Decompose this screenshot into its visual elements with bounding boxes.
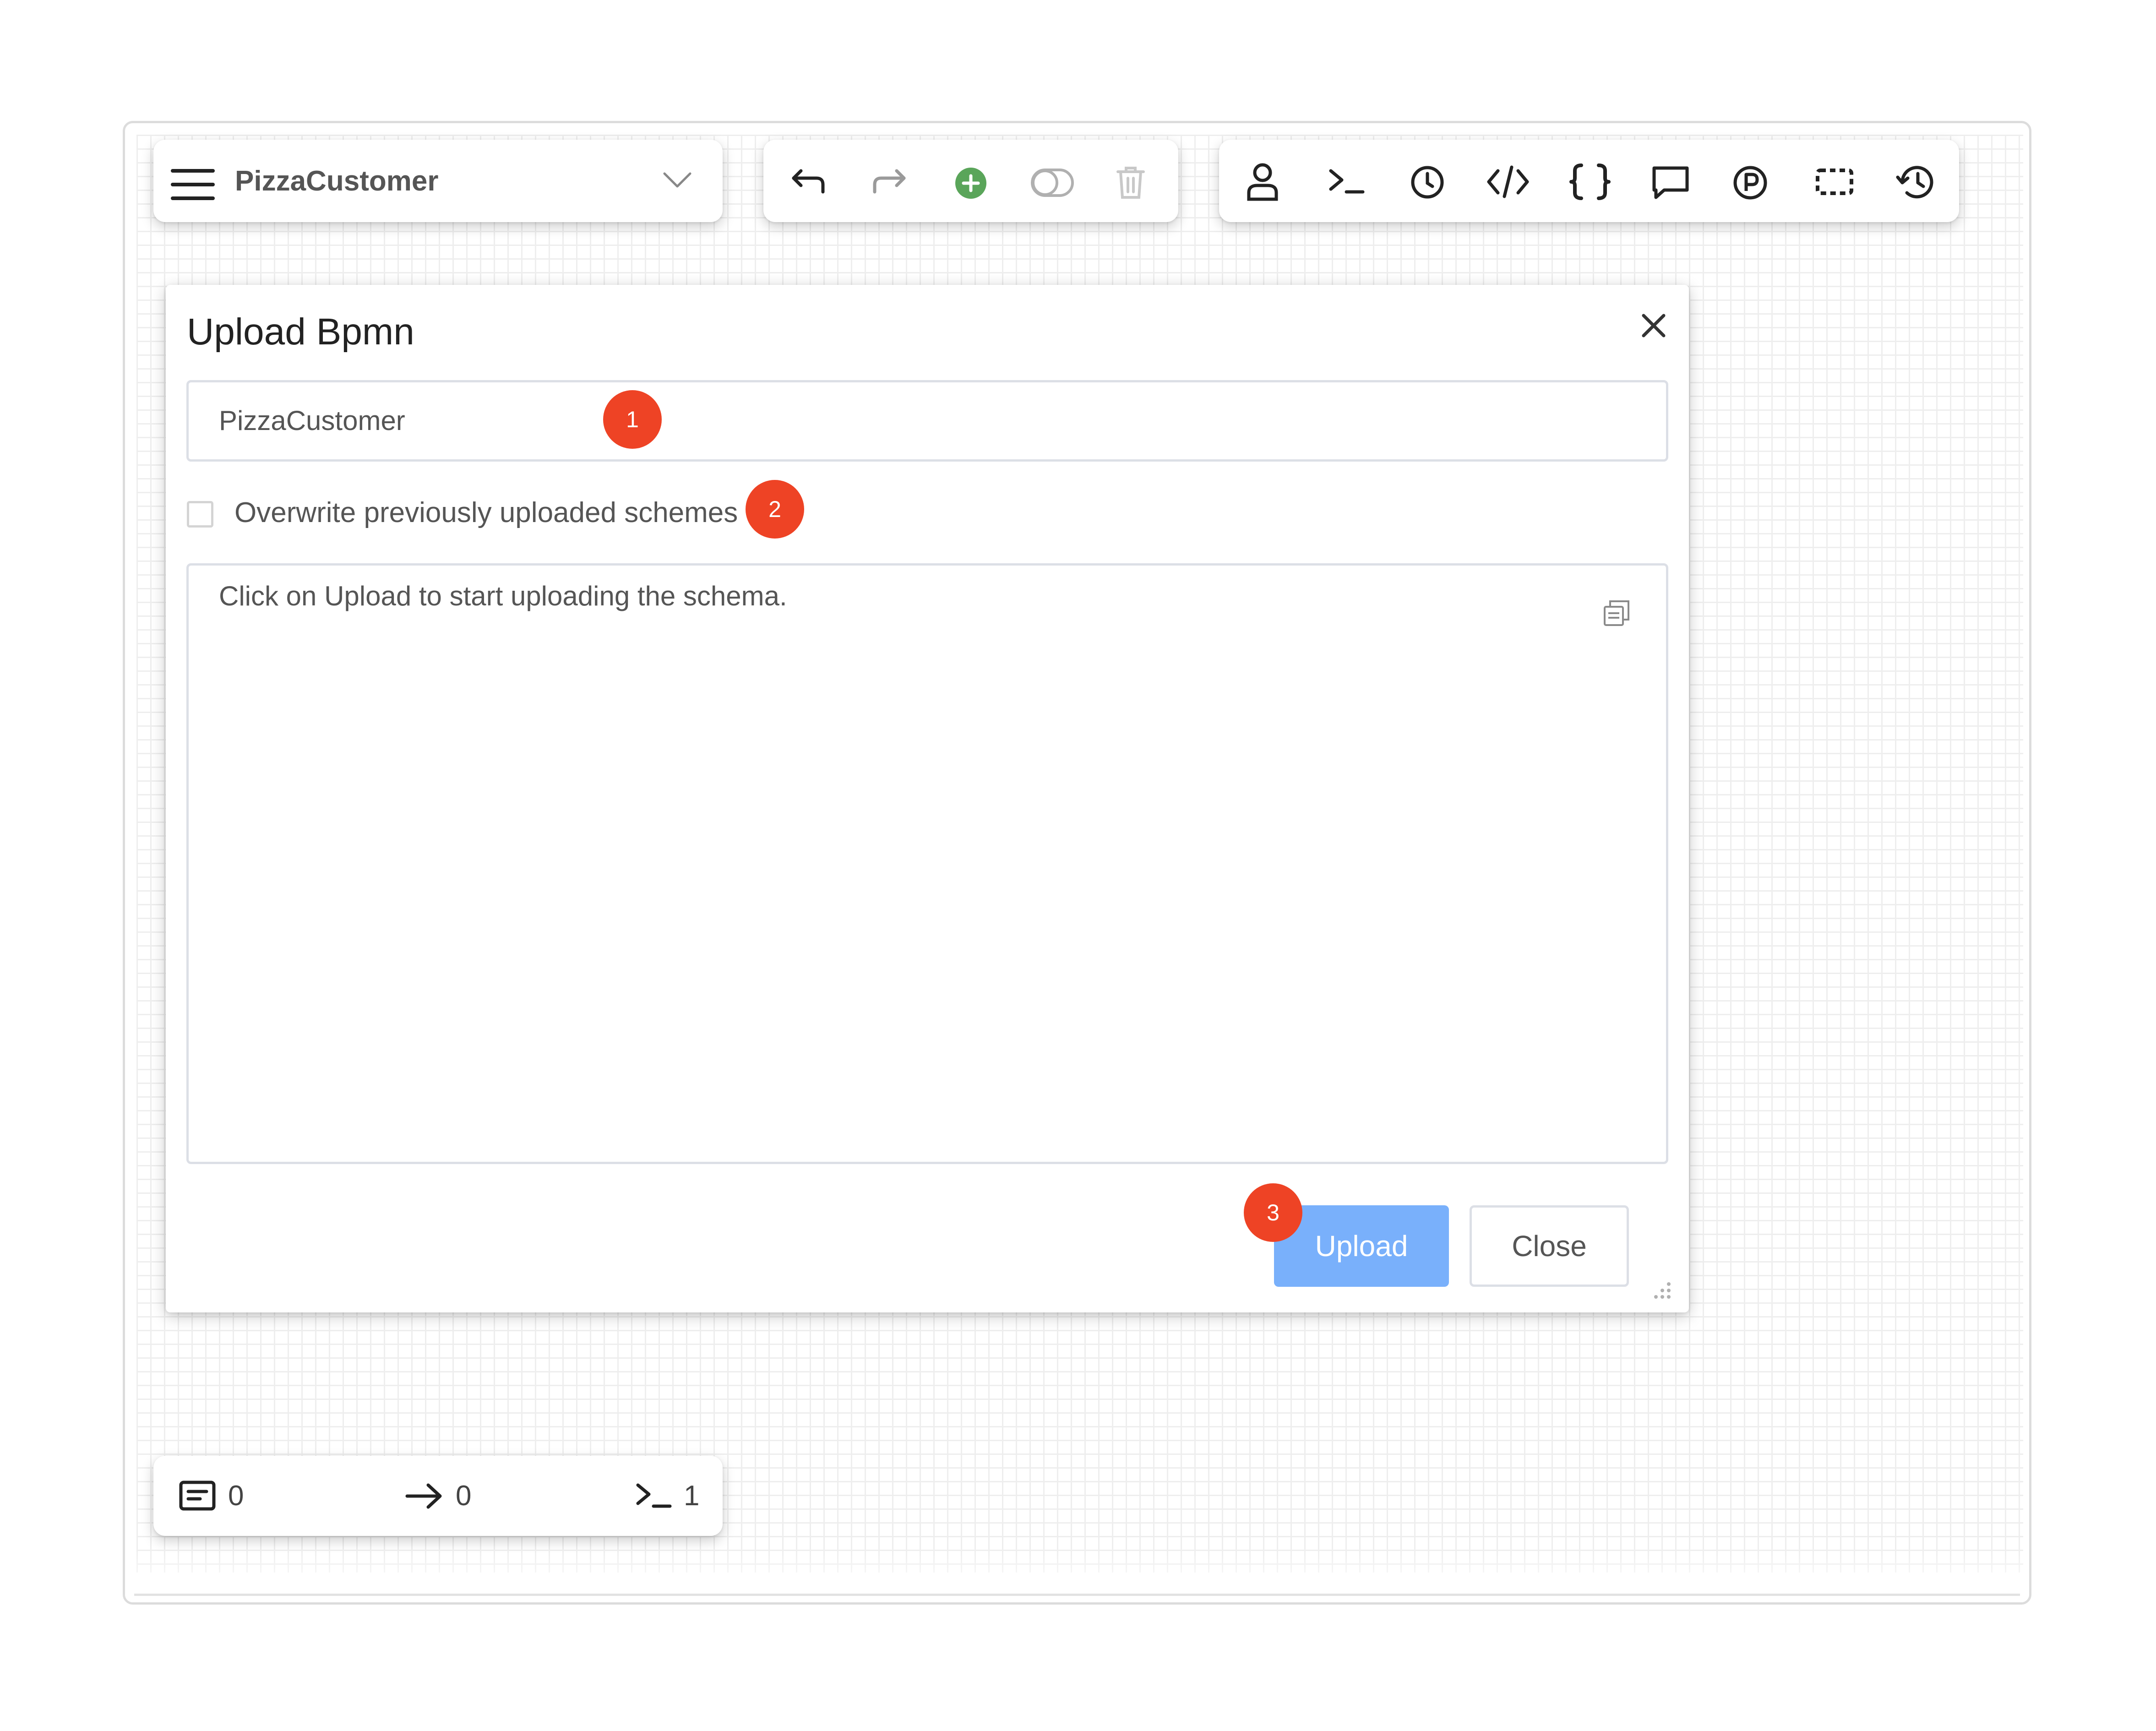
step-badge-1: 1	[603, 390, 662, 449]
arrow-right-icon[interactable]	[405, 1482, 443, 1510]
braces-icon[interactable]	[1569, 163, 1611, 200]
edit-toolbar	[763, 140, 1178, 222]
upload-dialog: Upload Bpmn PizzaCustomer 1 Overwrite pr…	[166, 285, 1689, 1312]
toggle-icon[interactable]	[1030, 168, 1074, 197]
divider	[134, 1594, 2020, 1596]
process-selector[interactable]: PizzaCustomer	[153, 140, 723, 222]
overwrite-label[interactable]: Overwrite previously uploaded schemes	[234, 496, 738, 529]
terminal-icon[interactable]	[635, 1482, 672, 1510]
history-icon[interactable]	[1896, 163, 1937, 201]
comment-icon[interactable]	[1651, 165, 1690, 200]
scripts-count: 1	[684, 1480, 700, 1512]
message-list-icon[interactable]	[179, 1481, 216, 1511]
redo-icon[interactable]	[872, 167, 907, 195]
code-icon[interactable]	[1486, 164, 1530, 199]
messages-count: 0	[228, 1480, 244, 1512]
resize-grip-icon[interactable]	[1652, 1280, 1672, 1301]
step-badge-2: 2	[746, 480, 804, 539]
upload-log-text: Click on Upload to start uploading the s…	[219, 581, 787, 611]
selection-icon[interactable]	[1815, 168, 1854, 196]
step-badge-3: 3	[1244, 1183, 1302, 1242]
trash-icon[interactable]	[1116, 165, 1145, 200]
status-bar: 0 0 1	[153, 1456, 723, 1536]
chevron-down-icon[interactable]	[663, 172, 692, 188]
close-button[interactable]: Close	[1470, 1205, 1629, 1287]
dialog-title: Upload Bpmn	[187, 311, 414, 353]
scheme-name-value: PizzaCustomer	[219, 405, 405, 436]
terminal-icon[interactable]	[1328, 168, 1365, 196]
arrows-count: 0	[456, 1480, 472, 1512]
panels-toolbar	[1219, 140, 1959, 222]
undo-icon[interactable]	[791, 167, 826, 195]
copy-icon[interactable]	[1603, 599, 1630, 627]
parking-icon[interactable]	[1733, 165, 1768, 200]
upload-log-textarea[interactable]: Click on Upload to start uploading the s…	[186, 563, 1668, 1164]
close-icon[interactable]	[1641, 313, 1666, 338]
clock-icon[interactable]	[1410, 165, 1444, 199]
overwrite-checkbox[interactable]	[187, 501, 213, 528]
scheme-name-input[interactable]: PizzaCustomer	[186, 380, 1668, 462]
hamburger-menu-icon[interactable]	[171, 168, 215, 201]
add-circle-icon[interactable]	[954, 167, 987, 200]
process-name: PizzaCustomer	[235, 165, 439, 197]
user-icon[interactable]	[1246, 163, 1279, 201]
